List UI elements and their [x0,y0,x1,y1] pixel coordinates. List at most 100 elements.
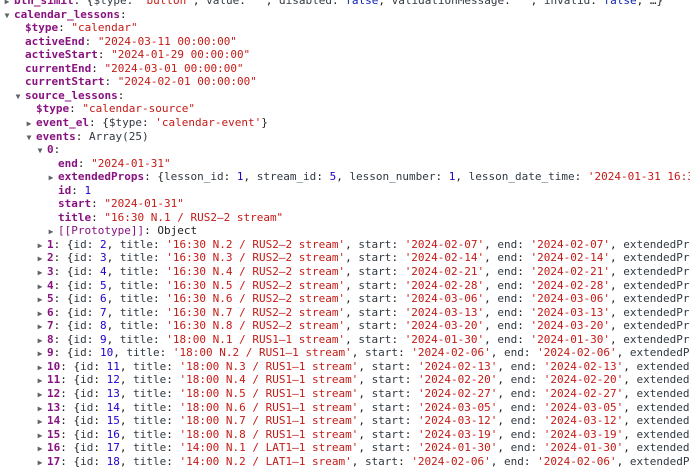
event-row[interactable]: ▶ 8: {id: 9, title: '18:00 N.1 / RUS1–1 s… [0,333,690,347]
collapse-triangle-icon[interactable]: ▼ [36,144,44,157]
tree-row: ▶$type: "calendar" [0,21,690,35]
expand-triangle-icon[interactable]: ▶ [36,361,44,374]
string-value: '16:30 N.7 / RUS2–2 stream' [166,305,346,319]
expand-triangle-icon[interactable]: ▶ [47,171,55,184]
event-row[interactable]: ▶ 3: {id: 4, title: '16:30 N.4 / RUS2–2 s… [0,265,690,279]
token: , [497,386,511,400]
token: title [119,292,153,306]
tree-row: ▶activeEnd: "2024-03-11 00:00:00" [0,35,690,49]
expand-triangle-icon[interactable]: ▶ [36,388,44,401]
expand-triangle-icon[interactable]: ▶ [36,252,44,265]
token: : { [60,359,81,373]
token: : [590,0,604,7]
event-row[interactable]: ▶ 4: {id: 5, title: '16:30 N.5 / RUS2–2 s… [0,279,690,293]
event-row[interactable]: ▶ 5: {id: 6, title: '16:30 N.6 / RUS2–2 s… [0,292,690,306]
tree-row[interactable]: ▶ btn_simit: {$type: 'button', value: '',… [0,0,690,8]
token: : { [88,115,109,129]
token: , [119,373,134,387]
token: , [345,265,359,278]
expand-triangle-icon[interactable]: ▶ [36,266,44,279]
token: : [86,305,100,319]
token: , [106,319,120,333]
tree-row[interactable]: ▼ 0: [0,143,690,157]
token: start [358,332,392,346]
expand-triangle-icon[interactable]: ▶ [3,0,11,8]
event-row[interactable]: ▶ 17: {id: 18, title: '14:00 N.2 / LAT1–1… [0,455,690,469]
expand-triangle-icon[interactable]: ▶ [36,402,44,415]
property-key: currentEnd [25,61,92,75]
number-value: 2 [100,237,107,251]
expand-triangle-icon[interactable]: ▶ [36,456,44,469]
token: : [391,265,405,278]
event-row[interactable]: ▶ 11: {id: 12, title: '18:00 N.4 / RUS1–1… [0,373,690,387]
token: end [510,373,531,387]
expand-triangle-icon[interactable]: ▶ [36,320,44,333]
event-row[interactable]: ▶ 16: {id: 17, title: '14:00 N.1 / LAT1–1… [0,441,690,455]
expand-triangle-icon[interactable]: ▶ [36,280,44,293]
expand-triangle-icon[interactable]: ▶ [36,347,44,360]
token: id [73,319,87,333]
string-value: '2024-02-06' [411,454,491,468]
token: : [398,346,412,360]
token: , [610,292,624,306]
token: extendedProps [636,386,690,400]
event-row[interactable]: ▶ 13: {id: 14, title: '18:00 N.6 / RUS1–1… [0,401,690,415]
event-row[interactable]: ▶ 9: {id: 10, title: '18:00 N.2 / RUS1–1 … [0,346,690,360]
token: } [261,115,268,129]
token: : { [60,386,81,400]
token: , [345,251,359,265]
token: id [80,373,94,387]
token: start [358,305,392,319]
tree-row: ▶end: "2024-01-31" [0,157,690,171]
string-value: '' [517,0,531,7]
expand-triangle-icon[interactable]: ▶ [36,442,44,455]
expand-triangle-icon[interactable]: ▶ [36,239,44,252]
tree-row[interactable]: ▶ extendedProps: {lesson_id: 1, stream_id… [0,170,690,184]
expand-triangle-icon[interactable]: ▶ [47,225,55,238]
expand-triangle-icon[interactable]: ▶ [36,429,44,442]
expand-triangle-icon[interactable]: ▶ [36,415,44,428]
devtools-object-tree: ▶ btn_simit: {$type: 'button', value: '',… [0,0,690,472]
token: , [497,373,511,387]
collapse-triangle-icon[interactable]: ▼ [25,131,33,144]
token: , [623,386,637,400]
event-row[interactable]: ▶ 2: {id: 3, title: '16:30 N.3 / RUS2–2 s… [0,251,690,265]
tree-row[interactable]: ▼ calendar_lessons: [0,8,690,22]
token: , [336,170,350,184]
array-index: 12 [47,386,61,400]
tree-row[interactable]: ▶ event_el: {$type: 'calendar-event'} [0,116,690,130]
expand-triangle-icon[interactable]: ▶ [36,307,44,320]
event-row[interactable]: ▶ 15: {id: 16, title: '18:00 N.8 / RUS1–1… [0,428,690,442]
event-row[interactable]: ▶ 6: {id: 7, title: '16:30 N.7 / RUS2–2 s… [0,306,690,320]
collapse-triangle-icon[interactable]: ▼ [3,9,11,22]
property-key: events [36,129,76,143]
event-row[interactable]: ▶ 12: {id: 13, title: '18:00 N.5 / RUS1–1… [0,387,690,401]
token: extendedProps [623,237,690,251]
token: title [133,400,167,414]
event-row[interactable]: ▶ 10: {id: 11, title: '18:00 N.3 / RUS1–1… [0,360,690,374]
expand-triangle-icon[interactable]: ▶ [25,117,33,130]
string-value: '14:00 N.1 / LAT1–1 stream' [179,441,359,455]
tree-row[interactable]: ▼ source_lessons: [0,89,690,103]
token: : [86,278,100,292]
expand-triangle-icon[interactable]: ▶ [36,334,44,347]
token: , [119,359,134,373]
tree-row: ▶title: "16:30 N.1 / RUS2–2 stream" [0,211,690,225]
event-row[interactable]: ▶ 1: {id: 2, title: '16:30 N.2 / RUS2–2 s… [0,238,690,252]
token: : [86,332,100,346]
token: title [119,305,153,319]
expand-triangle-icon[interactable]: ▶ [36,293,44,306]
collapse-triangle-icon[interactable]: ▼ [14,90,22,103]
token: : [91,197,105,211]
string-value: "2024-02-01 00:00:00" [117,75,257,89]
string-value: '2024-03-20' [404,319,485,333]
token: , [351,346,365,360]
event-row[interactable]: ▶ 7: {id: 8, title: '16:30 N.8 / RUS2–2 s… [0,319,690,333]
tree-row[interactable]: ▶ [[Prototype]]: Object [0,224,690,238]
tree-row[interactable]: ▼ events: Array(25) [0,130,690,144]
token: id [73,278,87,292]
token: extendedProps [636,359,690,373]
expand-triangle-icon[interactable]: ▶ [36,374,44,387]
token: false [345,0,379,7]
event-row[interactable]: ▶ 14: {id: 15, title: '18:00 N.7 / RUS1–1… [0,414,690,428]
